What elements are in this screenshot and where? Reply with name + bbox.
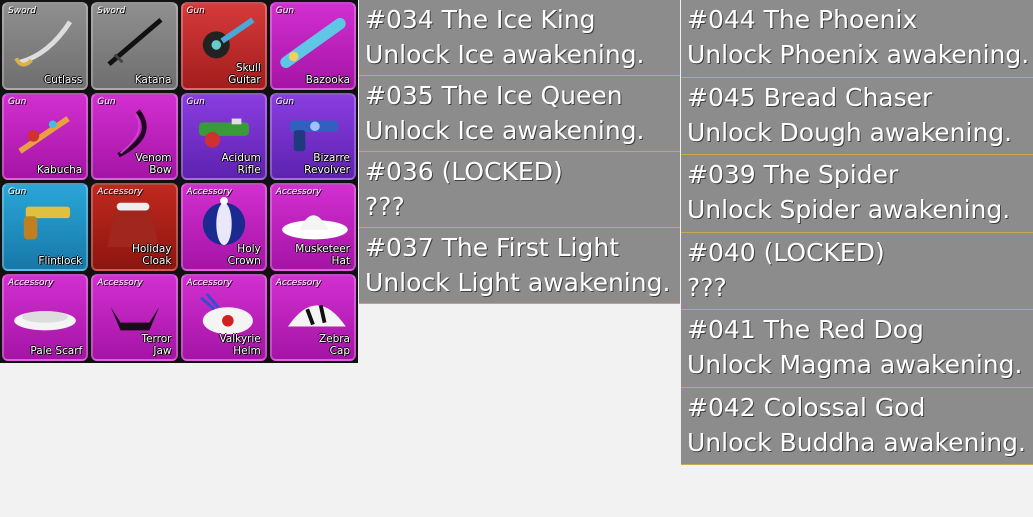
achievement-title: #036 (LOCKED) bbox=[365, 157, 563, 186]
achievement-entry: #042 Colossal God Unlock Buddha awakening… bbox=[681, 387, 1033, 465]
item-category: Gun bbox=[8, 96, 27, 107]
achievement-description: Unlock Light awakening. bbox=[365, 268, 671, 297]
achievement-description: Unlock Ice awakening. bbox=[365, 116, 645, 145]
achievement-title: #034 The Ice King bbox=[365, 5, 596, 34]
inventory-slot[interactable]: Gun Bazooka bbox=[269, 2, 356, 90]
item-name: Terror Jaw bbox=[141, 333, 172, 357]
achievement-entry: #044 The Phoenix Unlock Phoenix awakening… bbox=[681, 0, 1033, 78]
item-name: Flintlock bbox=[38, 254, 83, 267]
item-category: Accessory bbox=[275, 277, 322, 288]
achievement-entry: #037 The First Light Unlock Light awakeni… bbox=[359, 228, 680, 304]
item-category: Gun bbox=[275, 96, 295, 107]
achievements-column-right: #044 The Phoenix Unlock Phoenix awakening… bbox=[681, 0, 1033, 465]
kabucha-icon bbox=[18, 115, 70, 154]
inventory-slot[interactable]: Gun Flintlock bbox=[2, 183, 89, 271]
achievement-title: #044 The Phoenix bbox=[687, 5, 918, 34]
cutlass-icon bbox=[14, 20, 73, 67]
terror-jaw-icon bbox=[111, 306, 160, 330]
bizarre-revolver-icon bbox=[289, 119, 338, 151]
achievement-description: Unlock Dough awakening. bbox=[687, 117, 1013, 147]
inventory-slot[interactable]: Accessory Pale Scarf bbox=[2, 273, 89, 361]
acidum-rifle-icon bbox=[198, 118, 249, 147]
achievement-description: Unlock Ice awakening. bbox=[365, 40, 645, 69]
achievement-title: #035 The Ice Queen bbox=[365, 81, 623, 110]
achievement-description: Unlock Buddha awakening. bbox=[687, 427, 1026, 457]
katana-icon bbox=[107, 18, 163, 66]
item-category: Gun bbox=[275, 6, 295, 16]
zebra-cap-icon bbox=[287, 304, 346, 327]
achievement-description: Unlock Spider awakening. bbox=[687, 195, 1011, 224]
holiday-cloak-icon bbox=[107, 202, 160, 248]
item-name: Bazooka bbox=[305, 73, 350, 86]
item-name: Holiday Cloak bbox=[132, 242, 172, 267]
achievement-title: #039 The Spider bbox=[687, 160, 899, 189]
achievement-title: #041 The Red Dog bbox=[687, 315, 924, 344]
inventory-slot[interactable]: Accessory Zebra Cap bbox=[269, 273, 356, 361]
item-name: Kabucha bbox=[36, 164, 83, 176]
item-name: Valkyrie Helm bbox=[219, 333, 261, 357]
inventory-slot[interactable]: Accessory Musketeer Hat bbox=[269, 183, 356, 271]
item-name: Skull Guitar bbox=[228, 61, 261, 86]
inventory-slot[interactable]: Sword Cutlass bbox=[2, 2, 89, 90]
venom-bow-icon bbox=[117, 108, 147, 157]
item-name: Cutlass bbox=[43, 73, 83, 86]
achievement-title: #045 Bread Chaser bbox=[687, 82, 933, 112]
achievement-title: #040 (LOCKED) bbox=[687, 237, 885, 267]
inventory-slot[interactable]: Accessory Valkyrie Helm bbox=[180, 273, 267, 361]
item-category: Gun bbox=[97, 96, 116, 107]
achievement-title: #042 Colossal God bbox=[687, 392, 926, 422]
item-category: Gun bbox=[8, 187, 27, 197]
item-category: Accessory bbox=[97, 277, 143, 288]
inventory-slot[interactable]: Gun Acidum Rifle bbox=[180, 92, 267, 180]
achievement-description: Unlock Phoenix awakening. bbox=[687, 40, 1030, 69]
achievement-entry: #041 The Red Dog Unlock Magma awakening. bbox=[681, 310, 1033, 388]
achievement-entry: #045 Bread Chaser Unlock Dough awakening. bbox=[681, 77, 1033, 155]
achievement-description: ??? bbox=[687, 272, 727, 302]
valkyrie-helm-icon bbox=[199, 292, 253, 334]
bazooka-icon bbox=[280, 17, 346, 68]
achievement-entry: #036 (LOCKED)??? bbox=[359, 152, 680, 228]
inventory-slot[interactable]: Accessory Terror Jaw bbox=[91, 273, 178, 361]
item-name: Katana bbox=[134, 73, 172, 86]
inventory-grid: Sword Cutlass Sword Katana Gun Skull Guitar Gu… bbox=[0, 0, 358, 363]
achievements-column-left: #034 The Ice King Unlock Ice awakening. #0… bbox=[359, 0, 680, 304]
holy-crown-icon bbox=[202, 197, 245, 246]
inventory-slot[interactable]: Gun Skull Guitar bbox=[180, 2, 267, 90]
achievement-description: ??? bbox=[365, 192, 405, 221]
achievement-title: #037 The First Light bbox=[365, 233, 620, 262]
item-name: Bizarre Revolver bbox=[304, 152, 350, 176]
item-category: Sword bbox=[8, 6, 36, 16]
item-name: Venom Bow bbox=[135, 152, 172, 176]
item-name: Holy Crown bbox=[227, 242, 261, 267]
item-name: Pale Scarf bbox=[30, 345, 83, 357]
achievement-entry: #034 The Ice King Unlock Ice awakening. bbox=[359, 0, 680, 76]
item-category: Accessory bbox=[275, 187, 322, 197]
item-category: Gun bbox=[186, 96, 205, 107]
inventory-slot[interactable]: Accessory Holy Crown bbox=[180, 183, 267, 271]
inventory-slot[interactable]: Gun Bizarre Revolver bbox=[269, 92, 356, 180]
skull-guitar-icon bbox=[202, 17, 255, 59]
flintlock-icon bbox=[23, 206, 71, 240]
achievement-entry: #040 (LOCKED)??? bbox=[681, 232, 1033, 310]
pale-scarf-icon bbox=[14, 310, 76, 330]
inventory-slot[interactable]: Sword Katana bbox=[91, 2, 178, 90]
musketeer-hat-icon bbox=[281, 215, 348, 240]
item-category: Accessory bbox=[97, 187, 143, 197]
achievement-entry: #035 The Ice Queen Unlock Ice awakening. bbox=[359, 76, 680, 152]
inventory-slot[interactable]: Gun Kabucha bbox=[2, 92, 89, 180]
achievement-description: Unlock Magma awakening. bbox=[687, 350, 1023, 379]
item-name: Musketeer Hat bbox=[295, 242, 350, 267]
item-category: Sword bbox=[97, 6, 126, 16]
item-category: Accessory bbox=[8, 277, 54, 288]
item-name: Zebra Cap bbox=[318, 333, 350, 357]
item-category: Accessory bbox=[186, 187, 233, 197]
inventory-slot[interactable]: Accessory Holiday Cloak bbox=[91, 183, 178, 271]
achievement-entry: #039 The Spider Unlock Spider awakening. bbox=[681, 155, 1033, 233]
inventory-slot[interactable]: Gun Venom Bow bbox=[91, 92, 178, 180]
item-name: Acidum Rifle bbox=[221, 152, 261, 176]
item-category: Gun bbox=[186, 6, 205, 16]
item-category: Accessory bbox=[186, 277, 233, 288]
